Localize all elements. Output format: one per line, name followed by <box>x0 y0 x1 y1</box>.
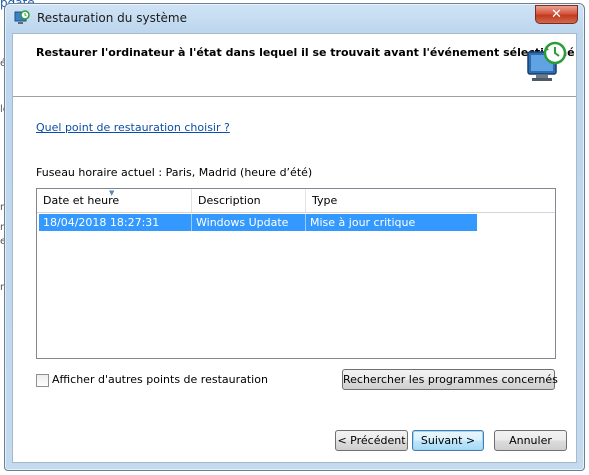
help-link[interactable]: Quel point de restauration choisir ? <box>36 121 230 134</box>
window-title: Restauration du système <box>37 11 187 25</box>
dialog-content: Restaurer l'ordinateur à l'état dans leq… <box>12 33 577 463</box>
header-band: Restaurer l'ordinateur à l'état dans leq… <box>13 34 576 97</box>
show-more-points-label[interactable]: Afficher d'autres points de restauration <box>52 373 268 386</box>
show-more-points-checkbox[interactable] <box>36 374 49 387</box>
next-button[interactable]: Suivant > <box>412 430 484 451</box>
row-type: Mise à jour critique <box>310 216 416 229</box>
close-button[interactable]: ✕ <box>535 5 578 24</box>
table-row[interactable]: 18/04/2018 18:27:31 Windows Update Mise … <box>39 214 477 231</box>
scan-affected-programs-button[interactable]: Rechercher les programmes concernés <box>342 369 558 390</box>
system-restore-dialog: Restauration du système ✕ Restaurer l'or… <box>4 3 585 471</box>
column-header-date[interactable]: Date et heure <box>37 189 192 212</box>
restore-points-list[interactable]: Date et heure ▼ Description Type 18/04/2… <box>36 188 556 359</box>
previous-button[interactable]: < Précédent <box>335 430 408 451</box>
row-date: 18/04/2018 18:27:31 <box>39 214 192 231</box>
sort-arrow-icon: ▼ <box>109 189 115 197</box>
timezone-label: Fuseau horaire actuel : Paris, Madrid (h… <box>36 166 313 179</box>
column-header-type[interactable]: Type <box>306 189 557 212</box>
list-header: Date et heure ▼ Description Type <box>37 189 555 213</box>
system-restore-icon <box>527 41 567 81</box>
page-heading: Restaurer l'ordinateur à l'état dans leq… <box>36 46 575 59</box>
row-description: Windows Update <box>192 214 306 231</box>
cancel-button[interactable]: Annuler <box>494 430 567 451</box>
column-header-description[interactable]: Description <box>192 189 306 212</box>
title-bar[interactable]: Restauration du système ✕ <box>5 4 584 32</box>
system-restore-icon <box>14 10 30 24</box>
